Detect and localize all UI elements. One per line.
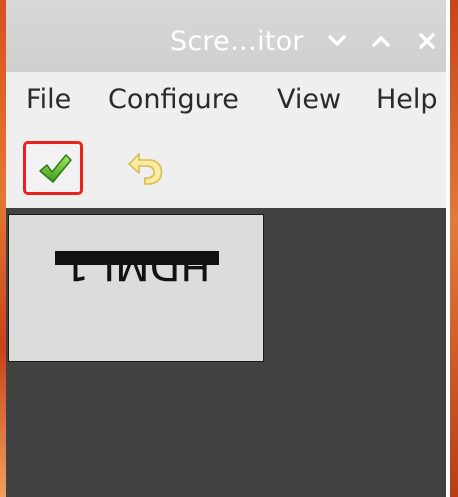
- screen-configuration-window: Scre…itor File Configure View Help HDMI-…: [6, 0, 446, 497]
- desktop-background-right: [450, 0, 458, 497]
- menu-bar: File Configure View Help: [6, 72, 446, 130]
- chevron-up-icon: [372, 36, 390, 47]
- undo-button[interactable]: [121, 146, 167, 192]
- title-bar[interactable]: Scre…itor: [6, 0, 446, 72]
- close-button[interactable]: [414, 28, 440, 54]
- menu-configure[interactable]: Configure: [108, 84, 239, 115]
- undo-icon: [128, 153, 163, 185]
- toolbar: [6, 130, 446, 208]
- window-title: Scre…itor: [170, 26, 304, 57]
- maximize-button[interactable]: [368, 28, 394, 54]
- menu-file[interactable]: File: [26, 84, 71, 115]
- checkmark-icon: [39, 154, 72, 183]
- monitor-hdmi-1[interactable]: HDMI-1: [8, 214, 264, 362]
- monitor-label: HDMI-1: [63, 242, 211, 288]
- menu-view[interactable]: View: [277, 84, 341, 115]
- close-icon: [419, 33, 435, 49]
- apply-button[interactable]: [23, 141, 83, 195]
- minimize-button[interactable]: [324, 28, 350, 54]
- menu-help[interactable]: Help: [376, 84, 438, 115]
- chevron-down-icon: [328, 35, 346, 46]
- screen-layout-canvas[interactable]: HDMI-1: [6, 208, 446, 497]
